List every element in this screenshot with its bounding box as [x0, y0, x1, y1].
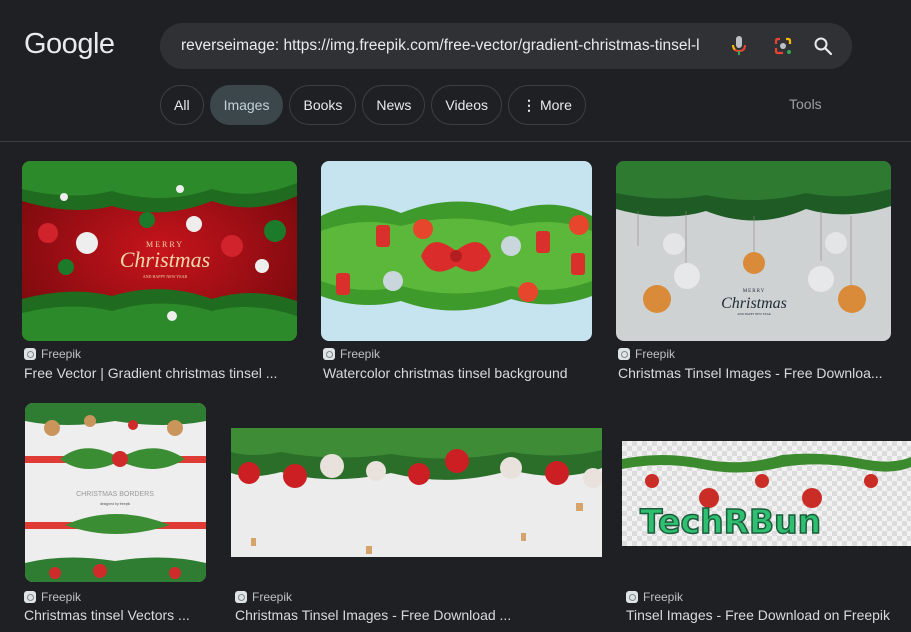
- source-name: Freepik: [252, 590, 293, 604]
- freepik-favicon: [626, 591, 638, 603]
- freepik-favicon: [618, 348, 630, 360]
- source-name: Freepik: [643, 590, 684, 604]
- result-thumbnail[interactable]: TechRBun: [622, 441, 911, 546]
- tab-more[interactable]: ⋮ More: [507, 85, 586, 125]
- tab-books[interactable]: Books: [289, 85, 357, 125]
- search-tabs: All Images Books News Videos ⋮ More: [160, 85, 586, 125]
- image-text-borders: CHRISTMAS BORDERS: [76, 491, 154, 498]
- result-thumbnail[interactable]: MERRY Christmas AND HAPPY NEW YEAR: [22, 161, 297, 341]
- header: Google Al: [0, 0, 911, 142]
- freepik-favicon: [323, 348, 335, 360]
- tab-label: News: [376, 97, 412, 113]
- source-name: Freepik: [41, 590, 82, 604]
- result-source[interactable]: Freepik: [24, 347, 81, 361]
- result-title[interactable]: Christmas Tinsel Images - Free Download …: [235, 607, 511, 623]
- result-source[interactable]: Freepik: [626, 590, 683, 604]
- result-thumbnail[interactable]: [231, 428, 602, 557]
- source-name: Freepik: [635, 347, 676, 361]
- image-text-newyear: AND HAPPY NEW YEAR: [737, 312, 770, 316]
- tab-news[interactable]: News: [362, 85, 426, 125]
- search-icon[interactable]: [811, 34, 835, 58]
- tab-label: Images: [223, 97, 270, 113]
- result-source[interactable]: Freepik: [323, 347, 380, 361]
- result-title[interactable]: Tinsel Images - Free Download on Freepik: [626, 607, 890, 623]
- freepik-favicon: [24, 348, 36, 360]
- result-title[interactable]: Watercolor christmas tinsel background: [323, 365, 568, 381]
- result-thumbnail[interactable]: CHRISTMAS BORDERS designed by freepik: [25, 403, 206, 582]
- source-name: Freepik: [41, 347, 82, 361]
- tab-label: All: [174, 97, 190, 113]
- tab-all[interactable]: All: [160, 85, 204, 125]
- tab-label: Videos: [445, 97, 488, 113]
- result-title[interactable]: Christmas tinsel Vectors ...: [24, 607, 190, 623]
- result-title[interactable]: Free Vector | Gradient christmas tinsel …: [24, 365, 277, 381]
- image-text-merry: MERRY: [743, 289, 766, 294]
- image-text-christmas: Christmas: [120, 247, 210, 272]
- tab-label: More: [539, 97, 572, 113]
- image-text-designed: designed by freepik: [100, 502, 131, 506]
- result-source[interactable]: Freepik: [235, 590, 292, 604]
- result-thumbnail[interactable]: MERRY Christmas AND HAPPY NEW YEAR: [616, 161, 891, 341]
- tools-button[interactable]: Tools: [789, 96, 822, 112]
- image-text-newyear: AND HAPPY NEW YEAR: [143, 274, 188, 279]
- result-source[interactable]: Freepik: [24, 590, 81, 604]
- search-input[interactable]: [181, 23, 721, 69]
- result-title[interactable]: Christmas Tinsel Images - Free Downloa..…: [618, 365, 883, 381]
- source-name: Freepik: [340, 347, 381, 361]
- freepik-favicon: [24, 591, 36, 603]
- more-vert-icon: ⋮: [521, 97, 536, 113]
- tab-label: Books: [303, 97, 343, 113]
- result-source[interactable]: Freepik: [618, 347, 675, 361]
- freepik-favicon: [235, 591, 247, 603]
- tab-videos[interactable]: Videos: [431, 85, 502, 125]
- watermark-text: TechRBun: [640, 502, 821, 541]
- google-logo[interactable]: Google: [24, 28, 115, 61]
- tab-images[interactable]: Images: [209, 85, 284, 125]
- result-thumbnail[interactable]: [321, 161, 592, 341]
- image-text-christmas: Christmas: [721, 295, 787, 312]
- camera-lens-icon[interactable]: [771, 34, 795, 58]
- mic-icon[interactable]: [727, 34, 751, 58]
- search-bar[interactable]: [160, 23, 852, 69]
